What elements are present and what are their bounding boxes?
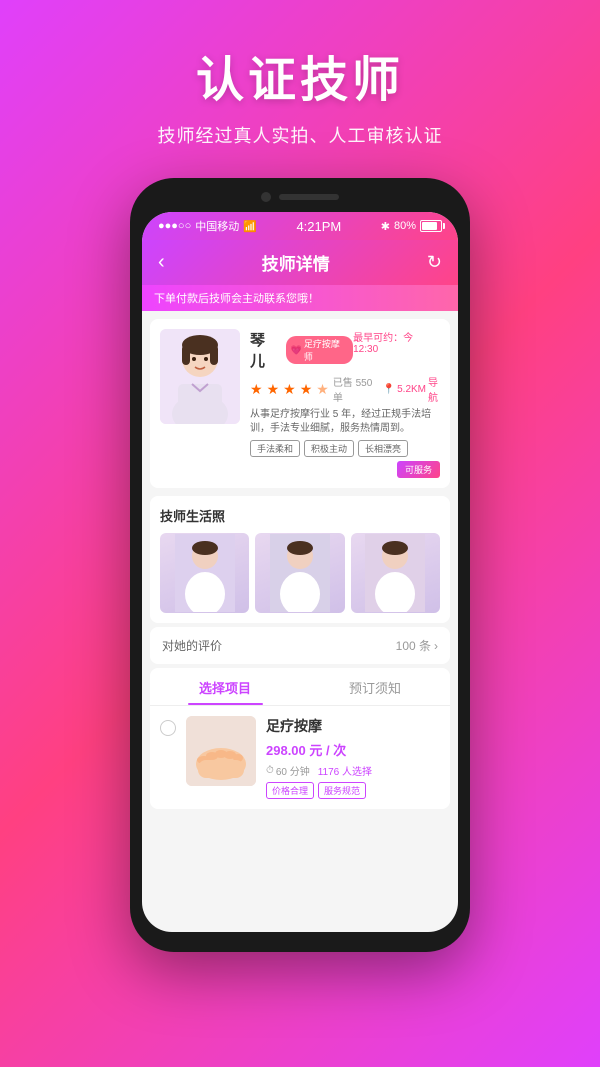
tab-booking-notice[interactable]: 预订须知 — [300, 668, 450, 705]
service-section: 足疗按摩 298.00 元 / 次 ⏱ 60 分钟 1176 人选择 价格合理 … — [150, 706, 450, 809]
badge-label: 足疗按摩师 — [304, 337, 348, 363]
photo-2-img — [270, 534, 330, 612]
stars-row: ★ ★ ★ ★ ★ 已售 550 单 📍 5.2KM 导航 — [250, 374, 440, 404]
notice-banner: 下单付款后技师会主动联系您哦！ — [142, 285, 458, 311]
status-time: 4:21PM — [296, 219, 341, 234]
tech-avatar — [160, 329, 240, 424]
tag-available[interactable]: 可服务 — [397, 461, 440, 478]
tech-info: 琴儿 💗 足疗按摩师 最早可约：今 12:30 ★ ★ ★ ★ ★ 已售 550… — [250, 329, 440, 478]
life-photos-section: 技师生活照 — [150, 496, 450, 623]
life-photos-title: 技师生活照 — [160, 506, 440, 525]
tabs-row: 选择项目 预订须知 — [150, 668, 450, 706]
tech-badge: 💗 足疗按摩师 — [286, 336, 353, 364]
battery-icon — [420, 220, 442, 232]
notice-text: 下单付款后技师会主动联系您哦！ — [154, 293, 319, 305]
nav-bar: ‹ 技师详情 ↻ — [142, 240, 458, 285]
battery-pct: 80% — [394, 220, 416, 232]
reviews-count-text: 100 条 — [396, 637, 431, 654]
service-price: 298.00 元 / 次 — [266, 740, 346, 759]
service-tags: 价格合理 服务规范 — [266, 782, 440, 799]
tech-tags: 手法柔和 积极主动 长相漂亮 可服务 — [250, 440, 440, 478]
marketing-subtitle: 技师经过真人实拍、人工审核认证 — [20, 122, 580, 148]
service-meta-row: ⏱ 60 分钟 1176 人选择 — [266, 763, 440, 778]
service-orders: 1176 人选择 — [318, 763, 372, 778]
service-item: 足疗按摩 298.00 元 / 次 ⏱ 60 分钟 1176 人选择 价格合理 … — [160, 716, 440, 799]
tag-0: 手法柔和 — [250, 440, 300, 457]
tag-2: 长相漂亮 — [358, 440, 408, 457]
badge-icon: 💗 — [291, 345, 302, 356]
service-info: 足疗按摩 298.00 元 / 次 ⏱ 60 分钟 1176 人选择 价格合理 … — [266, 716, 440, 799]
phone-speaker — [279, 194, 339, 200]
tab-select-project[interactable]: 选择项目 — [150, 668, 300, 705]
wifi-icon: 📶 — [243, 220, 257, 233]
tech-description: 从事足疗按摩行业 5 年，经过正规手法培训，手法专业细腻，服务热情周到。 — [250, 408, 440, 436]
star-2: ★ — [267, 381, 280, 398]
status-right: ✱ 80% — [381, 220, 442, 233]
service-image — [186, 716, 256, 786]
service-image-svg — [186, 716, 256, 786]
duration-text: 60 分钟 — [276, 763, 310, 778]
photo-2[interactable] — [255, 533, 344, 613]
tag-1: 积极主动 — [304, 440, 354, 457]
tech-name-row: 琴儿 💗 足疗按摩师 — [250, 329, 353, 371]
photo-1-img — [175, 534, 235, 612]
carrier-label: 中国移动 — [195, 218, 239, 234]
pin-icon: 📍 — [383, 384, 395, 395]
phone-screen: ●●●○○ 中国移动 📶 4:21PM ✱ 80% ‹ 技师详情 ↻ 下单付款后… — [142, 212, 458, 932]
star-3: ★ — [283, 381, 296, 398]
reviews-label: 对她的评价 — [162, 637, 222, 654]
status-bar: ●●●○○ 中国移动 📶 4:21PM ✱ 80% — [142, 212, 458, 240]
earliest-time: 最早可约：今 12:30 — [353, 329, 440, 355]
tech-header: 琴儿 💗 足疗按摩师 最早可约：今 12:30 — [250, 329, 440, 371]
refresh-button[interactable]: ↻ — [427, 252, 442, 273]
star-5: ★ — [316, 381, 329, 398]
tech-card: 琴儿 💗 足疗按摩师 最早可约：今 12:30 ★ ★ ★ ★ ★ 已售 550… — [150, 319, 450, 488]
star-1: ★ — [250, 381, 263, 398]
battery-fill — [422, 222, 437, 230]
reviews-count: 100 条 › — [396, 637, 438, 654]
service-radio[interactable] — [160, 720, 176, 736]
back-button[interactable]: ‹ — [158, 251, 165, 274]
photos-grid — [160, 533, 440, 613]
service-duration: ⏱ 60 分钟 — [266, 763, 310, 778]
clock-icon: ⏱ — [266, 765, 274, 776]
sales-label: 已售 550 单 — [333, 374, 379, 404]
service-price-row: 298.00 元 / 次 — [266, 740, 440, 759]
service-tag-0: 价格合理 — [266, 782, 314, 799]
marketing-title: 认证技师 — [20, 40, 580, 110]
page-title: 技师详情 — [262, 250, 330, 275]
signal-dots: ●●●○○ — [158, 220, 191, 232]
reviews-row[interactable]: 对她的评价 100 条 › — [150, 627, 450, 664]
phone-notch — [142, 192, 458, 202]
service-name: 足疗按摩 — [266, 716, 440, 736]
tab-select-project-label: 选择项目 — [199, 681, 251, 696]
star-4: ★ — [300, 381, 313, 398]
tab-booking-notice-label: 预订须知 — [349, 681, 401, 696]
phone-camera — [261, 192, 271, 202]
service-tag-1: 服务规范 — [318, 782, 366, 799]
photo-3-img — [365, 534, 425, 612]
reviews-arrow: › — [434, 639, 438, 653]
bluetooth-icon: ✱ — [381, 220, 390, 233]
tech-avatar-img — [160, 329, 240, 424]
distance-label: 📍 5.2KM 导航 — [383, 374, 440, 404]
photo-1[interactable] — [160, 533, 249, 613]
status-left: ●●●○○ 中国移动 📶 — [158, 218, 257, 234]
marketing-section: 认证技师 技师经过真人实拍、人工审核认证 — [0, 0, 600, 168]
tech-name: 琴儿 — [250, 329, 280, 371]
photo-3[interactable] — [351, 533, 440, 613]
phone-frame: ●●●○○ 中国移动 📶 4:21PM ✱ 80% ‹ 技师详情 ↻ 下单付款后… — [130, 178, 470, 952]
